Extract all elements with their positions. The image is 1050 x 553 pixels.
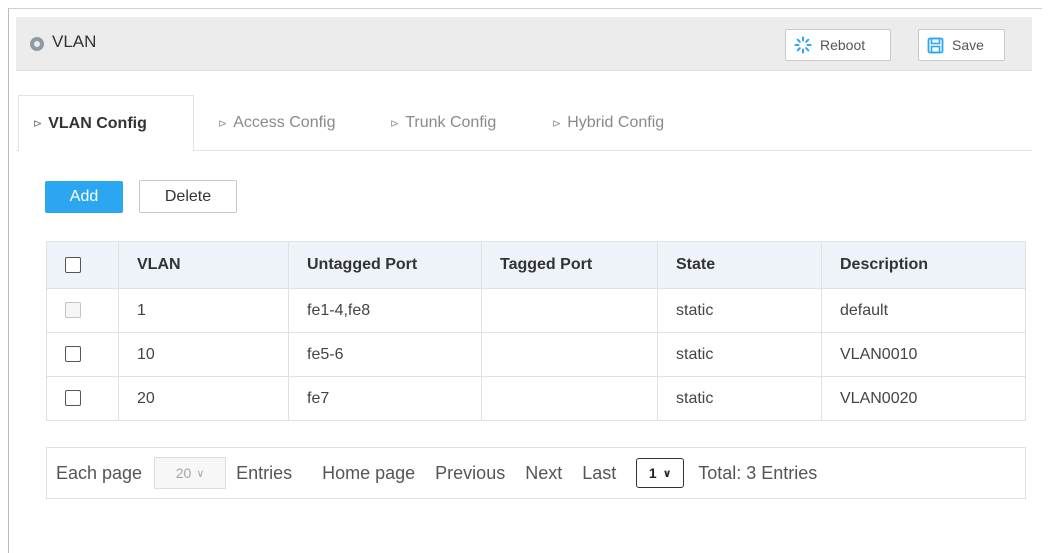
cell-description: VLAN0020 — [821, 376, 1026, 421]
cell-description: VLAN0010 — [821, 332, 1026, 377]
table-row: 10 fe5-6 static VLAN0010 — [46, 332, 1026, 377]
double-chevron-right-icon: ⊳ — [218, 117, 228, 130]
cell-untagged-port: fe5-6 — [288, 332, 482, 377]
column-header-state[interactable]: State — [657, 241, 822, 289]
row-checkbox[interactable] — [65, 390, 81, 407]
table-row: 1 fe1-4,fe8 static default — [46, 288, 1026, 333]
column-header-vlan[interactable]: VLAN — [118, 241, 289, 289]
table-row: 20 fe7 static VLAN0020 — [46, 376, 1026, 421]
cell-tagged-port — [481, 332, 658, 377]
home-page-link[interactable]: Home page — [322, 463, 415, 484]
cell-state: static — [657, 288, 822, 333]
cell-description: default — [821, 288, 1026, 333]
row-checkbox[interactable] — [65, 346, 81, 363]
tab-access-config[interactable]: ⊳ Access Config — [212, 95, 335, 151]
total-entries-text: Total: 3 Entries — [698, 462, 818, 483]
location-pin-icon — [30, 37, 44, 51]
select-all-checkbox[interactable] — [65, 256, 81, 273]
last-page-link[interactable]: Last — [582, 463, 616, 484]
double-chevron-right-icon: ⊳ — [552, 117, 562, 130]
previous-page-link[interactable]: Previous — [435, 463, 505, 484]
reboot-label: Reboot — [820, 37, 866, 53]
table-header-row: VLAN Untagged Port Tagged Port State Des… — [46, 241, 1026, 289]
loading-spinner-icon — [794, 36, 812, 54]
cell-vlan: 10 — [118, 332, 289, 377]
delete-button[interactable]: Delete — [139, 180, 237, 213]
chevron-down-icon: ∨ — [662, 467, 672, 480]
page-size-select[interactable]: 20 ∨ — [154, 457, 227, 489]
pagination-bar: Each page 20 ∨ Entries Home page Previou… — [46, 447, 1026, 499]
tab-hybrid-config[interactable]: ⊳ Hybrid Config — [546, 95, 664, 151]
row-checkbox-cell — [46, 288, 119, 333]
page-number-select[interactable]: 1 ∨ — [636, 458, 685, 488]
cell-vlan: 1 — [118, 288, 289, 333]
tab-label: Hybrid Config — [567, 114, 665, 131]
row-checkbox — [65, 302, 81, 319]
config-tabs: ⊳ VLAN Config ⊳ Access Config ⊳ Trunk Co… — [16, 95, 1032, 152]
save-button[interactable]: Save — [918, 29, 1005, 61]
current-page-value: 1 — [648, 465, 657, 481]
cell-state: static — [657, 332, 822, 377]
cell-vlan: 20 — [118, 376, 289, 421]
entries-label: Entries — [236, 462, 293, 483]
add-button[interactable]: Add — [45, 181, 123, 213]
vlan-table: VLAN Untagged Port Tagged Port State Des… — [46, 241, 1026, 421]
tab-label: VLAN Config — [48, 114, 147, 132]
next-page-link[interactable]: Next — [525, 463, 562, 484]
cell-tagged-port — [481, 376, 658, 421]
tab-trunk-config[interactable]: ⊳ Trunk Config — [384, 95, 496, 151]
select-all-cell — [46, 241, 119, 289]
row-checkbox-cell — [46, 376, 119, 421]
cell-state: static — [657, 376, 822, 421]
reboot-button[interactable]: Reboot — [785, 29, 891, 61]
double-chevron-right-icon: ⊳ — [390, 117, 400, 130]
cell-untagged-port: fe1-4,fe8 — [288, 288, 482, 333]
cell-untagged-port: fe7 — [288, 376, 482, 421]
column-header-description[interactable]: Description — [821, 241, 1026, 289]
cell-tagged-port — [481, 288, 658, 333]
double-chevron-right-icon: ⊳ — [33, 118, 43, 130]
page-title: VLAN — [52, 32, 97, 51]
tab-label: Trunk Config — [405, 114, 497, 131]
tab-vlan-config[interactable]: ⊳ VLAN Config — [18, 95, 194, 152]
column-header-tagged-port[interactable]: Tagged Port — [481, 241, 658, 289]
page-size-value: 20 — [175, 465, 192, 481]
chevron-down-icon: ∨ — [196, 467, 205, 480]
floppy-disk-icon — [927, 37, 944, 54]
tab-label: Access Config — [233, 114, 336, 131]
each-page-label: Each page — [56, 462, 143, 483]
column-header-untagged-port[interactable]: Untagged Port — [288, 241, 482, 289]
save-label: Save — [952, 37, 984, 53]
page-header: VLAN Reboot Save — [16, 17, 1032, 71]
row-checkbox-cell — [46, 332, 119, 377]
